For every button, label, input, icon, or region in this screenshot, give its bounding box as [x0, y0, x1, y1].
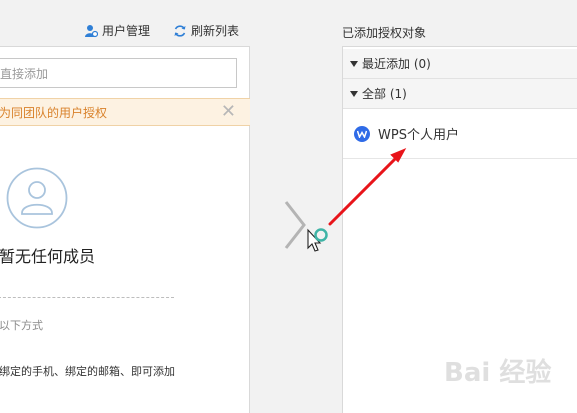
group-all-label: 全部 (1): [362, 87, 407, 101]
empty-avatar-icon: [6, 167, 68, 229]
authorized-title: 已添加授权对象: [342, 26, 427, 40]
add-to-authorized-arrow-icon[interactable]: [280, 198, 310, 252]
notice-text: 为同团队的用户授权: [0, 105, 108, 120]
refresh-icon: [174, 24, 186, 37]
add-member-search-input[interactable]: 直接添加: [0, 58, 237, 88]
search-placeholder: 直接添加: [0, 66, 49, 81]
divider: [0, 297, 174, 298]
notice-banner: 为同团队的用户授权 ✕: [0, 98, 250, 126]
user-manage-button[interactable]: 用户管理: [84, 22, 150, 39]
member-panel: 直接添加 为同团队的用户授权 ✕ 暂无任何成员 以下方式 绑定的手机、绑定的邮箱…: [0, 46, 250, 413]
group-recent[interactable]: 最近添加 (0): [343, 49, 577, 79]
hint-text-1: 以下方式: [0, 319, 43, 332]
authorized-user-name: WPS个人用户: [378, 128, 459, 143]
wps-logo-icon: [354, 125, 370, 142]
authorized-panel: 最近添加 (0) 全部 (1) WPS个人用户: [342, 46, 577, 413]
refresh-list-button[interactable]: 刷新列表: [173, 22, 239, 39]
refresh-list-label: 刷新列表: [191, 24, 240, 38]
empty-members-title: 暂无任何成员: [0, 247, 96, 266]
caret-down-icon: [350, 60, 358, 67]
mouse-cursor-icon: [307, 228, 328, 252]
caret-down-icon: [350, 90, 358, 97]
user-manage-label: 用户管理: [102, 24, 151, 38]
group-all[interactable]: 全部 (1): [343, 79, 577, 109]
authorized-user-item[interactable]: WPS个人用户: [343, 109, 577, 159]
user-manage-icon: [85, 24, 98, 37]
close-icon[interactable]: ✕: [221, 103, 236, 121]
group-recent-label: 最近添加 (0): [362, 57, 431, 71]
hint-text-2: 绑定的手机、绑定的邮箱、即可添加: [0, 365, 175, 378]
